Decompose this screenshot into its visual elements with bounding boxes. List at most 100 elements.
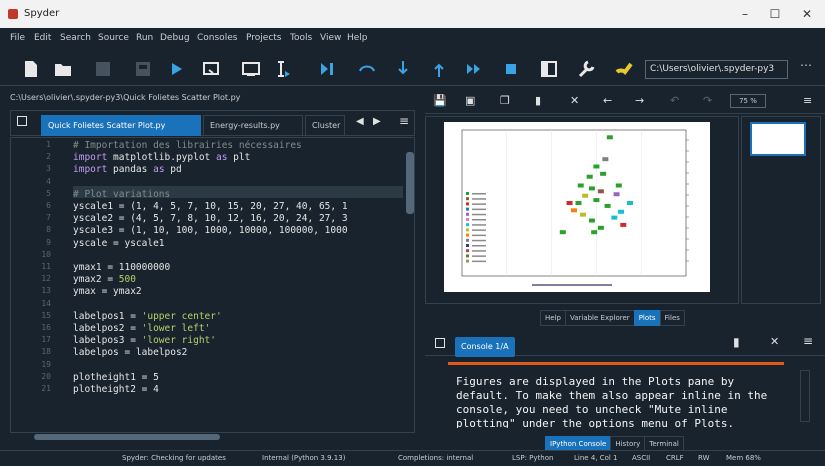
legend-swatch <box>466 254 469 258</box>
line-number: 20 <box>41 371 51 381</box>
code-line: yscale = yscale1 <box>73 237 165 249</box>
previous-icon[interactable]: ← <box>603 94 612 107</box>
plots-menu-icon[interactable]: ≡ <box>803 94 812 107</box>
close-console-icon[interactable]: ✕ <box>770 335 779 348</box>
working-directory-field[interactable]: C:\Users\olivier\.spyder-py3 <box>645 60 788 79</box>
editor-tab[interactable]: Energy-results.py <box>203 115 303 136</box>
plots-pane-tabs: Help Variable Explorer Plots Files <box>540 305 685 326</box>
legend-entry <box>472 198 486 200</box>
code-line: ymax = ymax2 <box>73 286 142 298</box>
plot-axes-frame <box>461 129 687 277</box>
legend-swatch <box>466 233 469 237</box>
editor-vertical-scrollbar[interactable] <box>406 152 414 214</box>
tab-scroll-right-icon[interactable]: ▶ <box>373 116 381 127</box>
editor-tab-active[interactable]: Quick Folietes Scatter Plot.py <box>41 115 201 136</box>
close-all-icon[interactable]: ✕ <box>570 94 579 107</box>
editor-menu-icon[interactable]: ≡ <box>399 114 409 128</box>
delete-icon[interactable]: ▮ <box>535 94 541 107</box>
zoom-out-icon[interactable]: ↶ <box>670 94 679 107</box>
maximize-pane-icon[interactable] <box>538 58 560 80</box>
document-icon[interactable]: ▮ <box>733 335 740 349</box>
main-toolbar: C:\Users\olivier\.spyder-py3 ⋯ <box>0 52 825 86</box>
menu-search[interactable]: Search <box>60 33 91 43</box>
code-line: plotheight1 = 5 <box>73 371 159 383</box>
zoom-in-icon[interactable]: ↷ <box>703 94 712 107</box>
new-file-icon[interactable] <box>20 58 42 80</box>
continue-icon[interactable] <box>463 58 485 80</box>
tab-scroll-left-icon[interactable]: ◀ <box>356 116 364 127</box>
tab-files[interactable]: Files <box>659 310 685 326</box>
legend-entry <box>472 224 486 226</box>
status-permissions: RW <box>698 454 710 462</box>
menu-edit[interactable]: Edit <box>34 33 51 43</box>
code-line: yscale1 = (1, 4, 5, 7, 10, 15, 20, 27, 4… <box>73 201 348 212</box>
menu-file[interactable]: File <box>10 33 25 43</box>
more-options-icon[interactable]: ⋯ <box>800 58 812 72</box>
menu-debug[interactable]: Debug <box>160 33 190 43</box>
menu-view[interactable]: View <box>320 33 341 43</box>
maximize-button[interactable]: ☐ <box>760 5 790 23</box>
minimize-button[interactable]: – <box>730 5 760 23</box>
run-selection-icon[interactable] <box>272 58 294 80</box>
run-icon[interactable] <box>165 58 187 80</box>
run-cell-advance-icon[interactable] <box>240 58 262 80</box>
code-line: ymax1 = 110000000 <box>73 262 171 273</box>
zoom-field[interactable]: 75 % <box>730 94 766 108</box>
tab-variable-explorer[interactable]: Variable Explorer <box>564 310 635 326</box>
console-output[interactable]: Figures are displayed in the Plots pane … <box>448 362 784 428</box>
save-plot-icon[interactable]: 💾 <box>433 94 447 107</box>
console-menu-icon[interactable]: ≡ <box>803 334 813 348</box>
code-line: ymax2 = 500 <box>73 274 136 286</box>
step-return-icon[interactable] <box>428 58 450 80</box>
tab-help[interactable]: Help <box>540 310 566 326</box>
file-switcher-icon[interactable] <box>17 116 27 126</box>
run-cell-icon[interactable] <box>200 58 222 80</box>
plot-thumbnail[interactable] <box>750 122 806 156</box>
scatter-point <box>575 201 582 205</box>
open-folder-icon[interactable] <box>52 58 74 80</box>
menu-help[interactable]: Help <box>347 33 368 43</box>
scatter-point <box>579 212 586 217</box>
menu-projects[interactable]: Projects <box>246 33 281 43</box>
step-icon[interactable] <box>356 58 378 80</box>
tab-plots[interactable]: Plots <box>633 310 661 326</box>
legend-entry <box>472 239 486 242</box>
code-line: plotheight2 = 4 <box>73 384 159 395</box>
editor-tab-bar: Quick Folietes Scatter Plot.py Energy-re… <box>10 110 415 136</box>
code-editor[interactable]: 1 2 3 4 5 6 7 8 9 10 11 12 13 14 15 16 17 18 19 20 21 # Impo… <box>10 137 415 433</box>
console-tab[interactable]: Console 1/A <box>455 337 515 357</box>
scatter-point <box>602 157 609 162</box>
line-number: 4 <box>46 176 51 186</box>
menu-source[interactable]: Source <box>98 33 129 43</box>
stop-icon[interactable] <box>500 58 522 80</box>
python-path-icon[interactable] <box>613 58 635 80</box>
legend-entry <box>472 245 486 247</box>
save-all-plots-icon[interactable]: ▣ <box>465 94 475 107</box>
copy-icon[interactable]: ❐ <box>500 94 510 107</box>
editor-horizontal-scrollbar[interactable] <box>34 434 220 440</box>
console-switcher-icon[interactable] <box>435 338 445 348</box>
save-icon[interactable] <box>92 58 114 80</box>
scatter-point <box>615 183 622 188</box>
line-number: 13 <box>41 286 51 296</box>
console-scrollbar[interactable] <box>800 370 810 422</box>
line-number: 14 <box>41 298 51 308</box>
preferences-icon[interactable] <box>575 58 597 80</box>
step-into-icon[interactable] <box>392 58 414 80</box>
menu-consoles[interactable]: Consoles <box>197 33 237 43</box>
menu-run[interactable]: Run <box>136 33 153 43</box>
scatter-point <box>591 230 598 235</box>
spyder-window: Spyder – ☐ ✕ File Edit Search Source Run… <box>0 0 825 466</box>
code-line: labelpos3 = 'lower right' <box>73 335 216 347</box>
save-all-icon[interactable] <box>132 58 154 80</box>
editor-tab[interactable]: Cluster <box>305 115 345 136</box>
scatter-plot-figure[interactable] <box>444 122 710 292</box>
legend-swatch <box>466 249 469 253</box>
debug-icon[interactable] <box>316 58 338 80</box>
line-number: 12 <box>41 274 51 284</box>
next-icon[interactable]: → <box>635 94 644 107</box>
status-interpreter[interactable]: Internal (Python 3.9.13) <box>262 451 345 466</box>
close-button[interactable]: ✕ <box>792 5 822 23</box>
menu-tools[interactable]: Tools <box>290 33 312 43</box>
scatter-point <box>593 198 600 203</box>
